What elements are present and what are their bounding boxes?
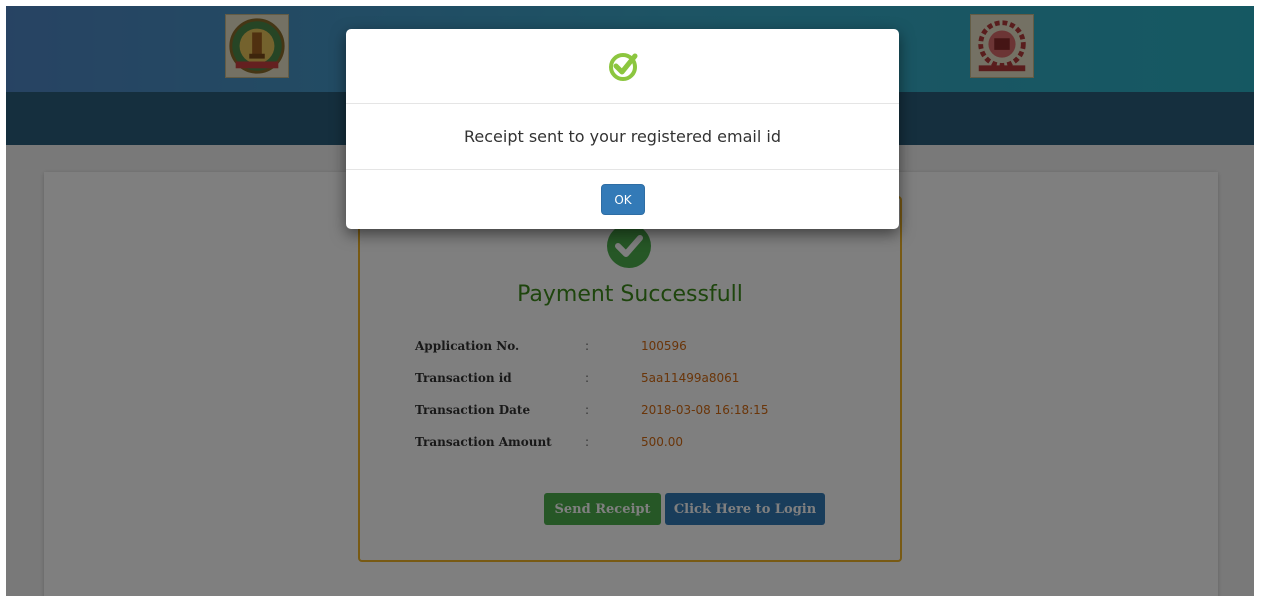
ok-button[interactable]: OK (601, 184, 645, 215)
dialog-header (346, 29, 899, 104)
receipt-sent-dialog: Receipt sent to your registered email id… (346, 29, 899, 229)
dialog-message: Receipt sent to your registered email id (346, 104, 899, 170)
check-circle-icon (609, 53, 638, 81)
